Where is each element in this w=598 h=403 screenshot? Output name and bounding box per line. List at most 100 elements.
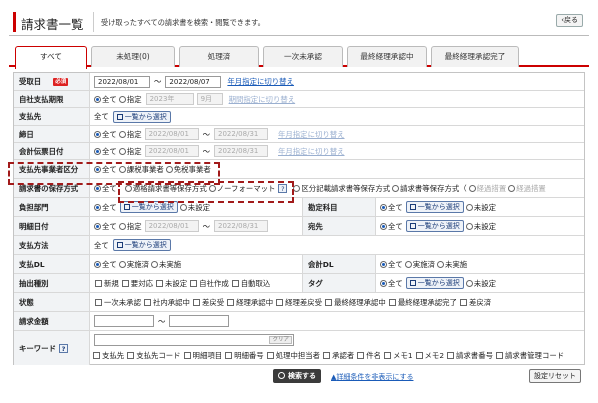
voucher-all-radio[interactable] (94, 147, 101, 155)
amount-to-input[interactable] (169, 315, 230, 327)
row-voucher-date: 会計伝票日付 全て 指定 2022/08/01 ～ 2022/08/31 年月指… (14, 143, 584, 160)
status-checkbox[interactable] (227, 298, 235, 306)
tab-final-approved[interactable]: 最終経理承認完了 (431, 46, 519, 67)
received-to-input[interactable]: 2022/08/07 (165, 75, 222, 88)
acctdl-done-radio[interactable] (404, 260, 412, 268)
row-detail-date-dest: 明細日付 全て 指定 2022/08/01 ～ 2022/08/31 宛先 全て… (14, 217, 584, 236)
status-checkbox[interactable] (276, 298, 284, 306)
dest-all-radio[interactable] (380, 222, 387, 230)
dept-unset-radio[interactable] (179, 203, 187, 211)
deadline-to-input[interactable]: 2022/08/31 (214, 128, 268, 140)
status-checkbox[interactable] (143, 298, 151, 306)
keyword-scope-checkbox[interactable] (183, 351, 191, 359)
paydl-notdone-radio[interactable] (150, 260, 158, 268)
toggle-advanced-link[interactable]: ▲詳細条件を非表示にする (331, 372, 413, 382)
tag-all-radio[interactable] (380, 279, 387, 287)
tag-select-button[interactable]: 一覧から選択 (405, 277, 464, 289)
payee-select-button[interactable]: 一覧から選択 (112, 110, 171, 123)
own-payment-year-select[interactable]: 2023年 (145, 93, 194, 105)
status-checkbox[interactable] (459, 298, 467, 306)
tab-final-approving[interactable]: 最終経理承認中 (347, 46, 427, 67)
keyword-scope-checkbox[interactable] (266, 351, 274, 359)
deadline-all-radio[interactable] (94, 130, 101, 138)
extract-action-checkbox[interactable] (121, 279, 129, 287)
account-all-radio[interactable] (380, 203, 387, 211)
payment-method-select-button[interactable]: 一覧から選択 (112, 239, 171, 251)
status-checkbox[interactable] (388, 298, 396, 306)
dept-select-button[interactable]: 一覧から選択 (119, 201, 178, 213)
dest-select-button[interactable]: 一覧から選択 (405, 220, 464, 232)
detail-to-input[interactable]: 2022/08/31 (214, 220, 268, 232)
voucher-switch-link[interactable]: 年月指定に切り替え (278, 146, 345, 157)
paydl-done-radio[interactable] (118, 260, 126, 268)
status-checkbox[interactable] (192, 298, 200, 306)
acctdl-all-radio[interactable] (380, 260, 387, 268)
received-from-input[interactable]: 2022/08/01 (94, 75, 150, 88)
tab-processed[interactable]: 処理済 (179, 46, 259, 67)
label-pay-dl: 支払DL (14, 255, 90, 273)
keyword-scope-checkbox[interactable] (357, 351, 365, 359)
save-noformat-radio[interactable] (208, 184, 216, 192)
detail-spec-radio[interactable] (118, 222, 126, 230)
received-switch-link[interactable]: 年月指定に切り替え (227, 76, 294, 87)
extract-own-checkbox[interactable] (190, 279, 198, 287)
amount-from-input[interactable] (94, 315, 154, 327)
keyword-scope-checkbox[interactable] (225, 351, 233, 359)
row-keyword: キーワード? クリア 支払先 支払先コード 明細項目 明細番号 処理中担当者 承… (14, 331, 584, 365)
tab-unprocessed[interactable]: 未処理(0) (91, 46, 175, 67)
account-select-button[interactable]: 一覧から選択 (405, 201, 464, 213)
save-all-radio[interactable] (94, 184, 101, 192)
keyword-scope-checkbox[interactable] (384, 351, 392, 359)
save-transition-radio[interactable] (468, 184, 476, 192)
reset-button[interactable]: 設定リセット (529, 369, 581, 383)
voucher-to-input[interactable]: 2022/08/31 (214, 145, 268, 157)
help-icon[interactable]: ? (58, 343, 68, 353)
biz-exempt-radio[interactable] (165, 165, 173, 173)
own-payment-all-radio[interactable] (94, 95, 101, 103)
save-qualified-radio[interactable] (124, 184, 132, 192)
tab-all[interactable]: すべて (15, 46, 87, 69)
status-checkbox[interactable] (95, 298, 102, 306)
keyword-input[interactable]: クリア (94, 334, 294, 346)
page-title: 請求書一覧 (21, 17, 84, 32)
own-payment-month-select[interactable]: 9月 (196, 93, 223, 105)
own-payment-switch-link[interactable]: 期間指定に切り替え (229, 94, 296, 105)
dept-all-radio[interactable] (94, 203, 101, 211)
extract-unset-checkbox[interactable] (155, 279, 163, 287)
status-checkbox[interactable] (325, 298, 333, 306)
row-received-date: 受取日 必須 2022/08/01 ～ 2022/08/07 年月指定に切り替え (14, 73, 584, 91)
acctdl-notdone-radio[interactable] (436, 260, 444, 268)
keyword-clear-button[interactable]: クリア (269, 336, 292, 344)
keyword-scope-checkbox[interactable] (495, 351, 503, 359)
back-button[interactable]: ‹戻る (556, 14, 583, 27)
dest-unset-radio[interactable] (465, 222, 473, 230)
help-icon[interactable]: ? (278, 183, 288, 193)
tag-unset-radio[interactable] (465, 279, 473, 287)
save-invoice-radio[interactable] (392, 184, 400, 192)
deadline-switch-link[interactable]: 年月指定に切り替え (278, 129, 345, 140)
voucher-from-input[interactable]: 2022/08/01 (144, 145, 199, 157)
keyword-scope-checkbox[interactable] (323, 351, 331, 359)
tab-first-unapproved[interactable]: 一次未承認 (263, 46, 343, 67)
detail-from-input[interactable]: 2022/08/01 (144, 220, 199, 232)
search-button[interactable]: 検索する (273, 369, 321, 383)
own-payment-spec-radio[interactable] (118, 95, 126, 103)
detail-all-radio[interactable] (94, 222, 101, 230)
keyword-scope-checkbox[interactable] (415, 351, 423, 359)
biz-all-radio[interactable] (94, 165, 101, 173)
keyword-scope-checkbox[interactable] (93, 351, 100, 359)
deadline-from-input[interactable]: 2022/08/01 (144, 128, 199, 140)
extract-auto-checkbox[interactable] (231, 279, 239, 287)
keyword-scope-checkbox[interactable] (447, 351, 455, 359)
save-classified-radio[interactable] (293, 184, 301, 192)
keyword-scope-checkbox[interactable] (127, 351, 135, 359)
paydl-all-radio[interactable] (94, 260, 101, 268)
biz-taxable-radio[interactable] (118, 165, 126, 173)
account-unset-radio[interactable] (465, 203, 473, 211)
label-account: 勘定科目 (302, 198, 376, 216)
deadline-spec-radio[interactable] (118, 130, 126, 138)
extract-new-checkbox[interactable] (95, 279, 102, 287)
voucher-spec-radio[interactable] (118, 147, 126, 155)
title-accent-bar (13, 12, 16, 32)
save-transition2-radio[interactable] (508, 184, 516, 192)
